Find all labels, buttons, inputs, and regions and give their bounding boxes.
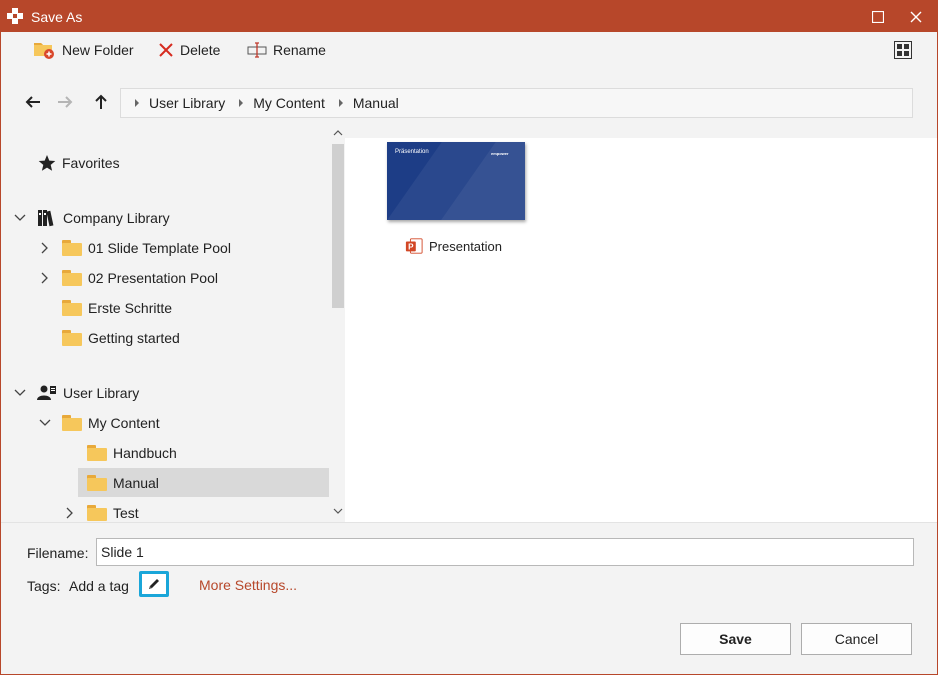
- tree-item-favorites[interactable]: Favorites: [38, 149, 120, 177]
- save-button[interactable]: Save: [680, 623, 791, 655]
- breadcrumb-my-content[interactable]: My Content: [253, 95, 325, 111]
- chevron-right-icon[interactable]: [63, 506, 77, 520]
- file-thumbnail[interactable]: Präsentation empower: [387, 142, 525, 220]
- thumbnail-logo: empower: [491, 151, 509, 156]
- pencil-icon: [149, 579, 159, 589]
- new-folder-button[interactable]: New Folder: [34, 38, 134, 62]
- tree-item-label: Favorites: [62, 155, 120, 171]
- breadcrumb-separator-icon: [239, 99, 244, 107]
- cancel-button[interactable]: Cancel: [801, 623, 912, 655]
- back-button[interactable]: [23, 92, 43, 112]
- forward-button[interactable]: [55, 92, 75, 112]
- star-icon: [38, 155, 56, 171]
- svg-text:P: P: [408, 243, 414, 252]
- breadcrumb[interactable]: User Library My Content Manual: [120, 88, 913, 118]
- file-item-presentation[interactable]: P Presentation: [405, 237, 502, 255]
- tree-scrollbar[interactable]: [331, 130, 345, 522]
- window-title: Save As: [31, 9, 83, 25]
- arrow-up-icon: [95, 94, 107, 109]
- breadcrumb-separator-icon: [338, 99, 343, 107]
- scroll-down-icon[interactable]: [331, 504, 345, 518]
- tree-item-label: Manual: [113, 474, 159, 491]
- arrow-right-icon: [58, 96, 73, 108]
- tree-item-label: 01 Slide Template Pool: [88, 240, 231, 256]
- maximize-button[interactable]: [861, 1, 895, 32]
- view-toggle-button[interactable]: [894, 40, 914, 60]
- delete-label: Delete: [180, 42, 221, 58]
- scrollbar-thumb[interactable]: [332, 144, 344, 308]
- navigation-bar: User Library My Content Manual: [1, 68, 937, 138]
- new-folder-icon: [34, 43, 54, 59]
- save-as-dialog: Save As New Folder Delete Rename User Li…: [0, 0, 938, 675]
- tree-item-label: Erste Schritte: [88, 300, 173, 316]
- tree-item-handbuch[interactable]: Handbuch: [87, 439, 177, 467]
- arrow-left-icon: [25, 96, 40, 108]
- breadcrumb-separator-icon: [135, 99, 139, 107]
- tree-item-label: User Library: [63, 385, 140, 401]
- add-tag-input[interactable]: Add a tag: [69, 578, 129, 594]
- folder-icon: [62, 415, 82, 431]
- chevron-right-icon[interactable]: [38, 241, 52, 255]
- up-button[interactable]: [91, 92, 111, 112]
- file-list: Präsentation empower P Presentation: [345, 138, 937, 522]
- users-icon: [37, 385, 56, 400]
- delete-button[interactable]: Delete: [158, 38, 220, 62]
- tree-item-my-content[interactable]: My Content: [38, 409, 160, 437]
- tree-item-presentation-pool[interactable]: 02 Presentation Pool: [38, 264, 218, 292]
- chevron-down-icon[interactable]: [13, 386, 27, 400]
- tags-label: Tags:: [27, 578, 61, 594]
- folder-icon: [62, 240, 82, 256]
- grid-view-icon: [894, 41, 912, 59]
- folder-tree: Favorites Company Library 01 Slide Templ…: [1, 138, 331, 522]
- breadcrumb-manual[interactable]: Manual: [353, 95, 399, 111]
- chevron-down-icon[interactable]: [13, 211, 27, 225]
- tree-item-company-library[interactable]: Company Library: [13, 204, 170, 232]
- tree-item-getting-started[interactable]: Getting started: [62, 324, 180, 352]
- tree-item-erste-schritte[interactable]: Erste Schritte: [62, 294, 172, 322]
- app-logo-icon: [7, 8, 23, 24]
- folder-icon: [62, 330, 82, 346]
- file-name: Presentation: [429, 238, 502, 254]
- edit-tags-button[interactable]: [139, 571, 169, 597]
- close-button[interactable]: [899, 1, 933, 32]
- tree-item-slide-template-pool[interactable]: 01 Slide Template Pool: [38, 234, 231, 262]
- toolbar: New Folder Delete Rename: [1, 32, 937, 68]
- thumbnail-title: Präsentation: [395, 149, 429, 155]
- close-icon: [910, 11, 922, 22]
- folder-icon: [62, 270, 82, 286]
- tree-item-manual[interactable]: Manual: [78, 468, 329, 497]
- filename-label: Filename:: [27, 545, 89, 561]
- save-form: Filename: Tags: Add a tag More Settings.…: [1, 523, 937, 674]
- tree-item-user-library[interactable]: User Library: [13, 379, 139, 407]
- rename-icon: [247, 42, 267, 58]
- filename-input[interactable]: [96, 538, 914, 566]
- rename-button[interactable]: Rename: [247, 38, 326, 62]
- chevron-right-icon[interactable]: [38, 271, 52, 285]
- library-books-icon: [38, 210, 54, 227]
- rename-label: Rename: [273, 42, 326, 58]
- delete-icon: [159, 43, 173, 57]
- folder-icon: [62, 300, 82, 316]
- maximize-icon: [872, 10, 884, 23]
- tree-item-label: 02 Presentation Pool: [88, 270, 218, 286]
- folder-icon: [87, 445, 107, 461]
- powerpoint-icon: P: [405, 238, 423, 254]
- tree-item-label: My Content: [88, 415, 160, 431]
- tree-item-label: Company Library: [63, 210, 170, 226]
- tree-item-label: Handbuch: [113, 445, 177, 461]
- folder-icon: [87, 474, 107, 491]
- title-bar: Save As: [1, 1, 937, 32]
- tree-item-label: Test: [113, 505, 139, 521]
- tree-item-label: Getting started: [88, 330, 180, 346]
- breadcrumb-user-library[interactable]: User Library: [149, 95, 225, 111]
- scroll-up-icon[interactable]: [331, 126, 345, 140]
- folder-icon: [87, 505, 107, 521]
- more-settings-link[interactable]: More Settings...: [199, 577, 297, 593]
- new-folder-label: New Folder: [62, 42, 134, 58]
- chevron-down-icon[interactable]: [38, 416, 52, 430]
